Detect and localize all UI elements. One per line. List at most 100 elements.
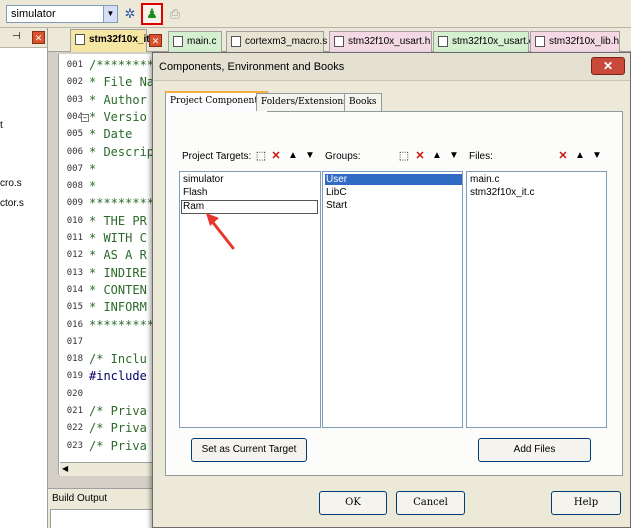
tab-label: stm32f10x_usart.c — [452, 36, 534, 47]
targets-list[interactable]: simulator Flash Ram — [179, 171, 321, 428]
code-line[interactable]: * — [89, 162, 96, 176]
tab-label: stm32f10x_lib.h — [549, 36, 620, 47]
tree-item[interactable]: t — [0, 120, 3, 131]
ok-button[interactable]: OK — [319, 491, 387, 515]
code-line[interactable]: * WITH C — [89, 231, 147, 245]
line-number: 015 — [66, 302, 83, 313]
code-line[interactable]: /* Priva — [89, 404, 147, 418]
tab-project-components[interactable]: Project Components — [165, 91, 268, 112]
file-icon — [75, 34, 85, 45]
tab-books[interactable]: Books — [344, 93, 382, 111]
tab-cortexm3-macro-s[interactable]: cortexm3_macro.s — [226, 31, 328, 52]
list-item[interactable]: Start — [325, 200, 348, 211]
code-editor[interactable]: 001 /********* 002 * File Na 003 * Author 004 *… — [58, 54, 158, 474]
tab-stm32f10x-it-c[interactable]: stm32f10x_it.c — [70, 29, 158, 52]
file-icon — [535, 36, 545, 47]
delete-target-icon[interactable]: ✕ — [269, 149, 283, 163]
move-up-icon[interactable]: ▲ — [430, 149, 444, 163]
groups-label: Groups: — [325, 151, 361, 162]
dialog-title: Components, Environment and Books — [159, 61, 345, 73]
file-tab-bar: stm32f10x_it.c ✕ main.c cortexm3_macro.s… — [48, 28, 631, 52]
components-icon[interactable]: ♟ — [141, 3, 163, 25]
project-panel: ⊣ ✕ t cro.s ctor.s — [0, 28, 48, 528]
file-icon — [334, 36, 344, 47]
list-item-selected[interactable]: User — [325, 174, 462, 185]
code-line[interactable]: * Versio — [89, 110, 147, 124]
new-group-icon[interactable]: ⬚ — [397, 149, 411, 163]
code-line[interactable]: /********* — [89, 58, 158, 72]
code-line[interactable]: /* Inclu — [89, 352, 147, 366]
tab-folders-extensions[interactable]: Folders/Extensions — [256, 93, 353, 111]
new-target-icon[interactable]: ⬚ — [254, 149, 268, 163]
code-line[interactable]: * — [89, 179, 96, 193]
horizontal-scrollbar[interactable]: ◀ — [60, 462, 154, 476]
build-output-area[interactable] — [50, 509, 160, 528]
line-number: 021 — [66, 406, 83, 416]
list-item[interactable]: Flash — [182, 187, 208, 198]
pin-icon[interactable]: ⊣ — [12, 31, 21, 42]
build-output-panel: Build Output — [48, 488, 168, 528]
dropdown-arrow-icon[interactable]: ▼ — [103, 6, 117, 22]
tree-item[interactable]: ctor.s — [0, 198, 24, 209]
code-line[interactable]: * THE PR — [89, 214, 147, 228]
line-number: 007 — [66, 163, 83, 174]
code-line[interactable]: * INFORM — [89, 300, 147, 314]
close-icon[interactable]: ✕ — [149, 34, 162, 47]
line-number: 023 — [66, 440, 83, 451]
code-line[interactable]: * CONTEN — [89, 283, 147, 297]
tab-label: cortexm3_macro.s — [245, 36, 328, 47]
add-files-button[interactable]: Add Files — [478, 438, 591, 462]
annotation-arrow-icon — [206, 213, 235, 250]
file-icon — [231, 36, 241, 47]
dialog-close-button[interactable]: ✕ — [591, 57, 625, 75]
code-line[interactable]: * File Na — [89, 75, 154, 89]
code-line[interactable]: * INDIRE — [89, 266, 147, 280]
print-icon[interactable]: ⎙ — [165, 4, 185, 24]
move-up-icon[interactable]: ▲ — [286, 149, 300, 163]
list-item[interactable]: main.c — [469, 174, 500, 185]
files-list[interactable]: main.c stm32f10x_it.c — [466, 171, 607, 428]
tab-stm32f10x-lib-h[interactable]: stm32f10x_lib.h — [530, 31, 620, 52]
target-select[interactable]: simulator ▼ — [6, 5, 118, 23]
list-item[interactable]: stm32f10x_it.c — [469, 187, 535, 198]
move-down-icon[interactable]: ▼ — [590, 149, 604, 163]
cancel-button[interactable]: Cancel — [396, 491, 465, 515]
scroll-left-icon[interactable]: ◀ — [62, 464, 68, 473]
code-line[interactable]: * AS A R — [89, 248, 147, 262]
code-line[interactable]: /* Priva — [89, 439, 147, 453]
help-button[interactable]: Help — [551, 491, 621, 515]
delete-group-icon[interactable]: ✕ — [413, 149, 427, 163]
line-number: 005 — [66, 129, 83, 140]
fold-toggle-icon[interactable]: − — [81, 114, 89, 122]
code-line[interactable]: #include — [89, 369, 147, 383]
tab-stm32f10x-usart-c[interactable]: stm32f10x_usart.c — [433, 31, 534, 52]
file-icon — [438, 36, 448, 47]
move-up-icon[interactable]: ▲ — [573, 149, 587, 163]
close-icon[interactable]: ✕ — [32, 31, 45, 44]
code-line[interactable]: * Descrip — [89, 145, 154, 159]
move-down-icon[interactable]: ▼ — [447, 149, 461, 163]
code-line[interactable]: * Date — [89, 127, 132, 141]
tab-main-c[interactable]: main.c — [168, 31, 222, 52]
project-panel-header: ⊣ ✕ — [0, 28, 47, 48]
tab-stm32f10x-usart-h[interactable]: stm32f10x_usart.h — [329, 31, 432, 52]
code-line[interactable]: * Author — [89, 93, 147, 107]
tree-item[interactable]: cro.s — [0, 178, 22, 189]
dialog-title-bar: Components, Environment and Books ✕ — [153, 53, 630, 81]
groups-list[interactable]: User LibC Start — [322, 171, 463, 428]
delete-file-icon[interactable]: ✕ — [556, 149, 570, 163]
list-item[interactable]: simulator — [182, 174, 225, 185]
move-down-icon[interactable]: ▼ — [303, 149, 317, 163]
code-line[interactable]: ********* — [89, 196, 154, 210]
line-number: 008 — [66, 181, 83, 192]
line-number: 018 — [66, 354, 83, 365]
code-line[interactable]: /* Priva — [89, 421, 147, 435]
line-number: 013 — [66, 267, 83, 278]
target-select-value: simulator — [11, 8, 56, 20]
line-number: 020 — [66, 388, 83, 399]
list-item-editing[interactable]: Ram — [181, 200, 318, 214]
set-current-target-button[interactable]: Set as Current Target — [191, 438, 307, 462]
magic-wand-icon[interactable]: ✲ — [120, 4, 140, 24]
list-item[interactable]: LibC — [325, 187, 348, 198]
code-line[interactable]: ********* — [89, 318, 154, 332]
